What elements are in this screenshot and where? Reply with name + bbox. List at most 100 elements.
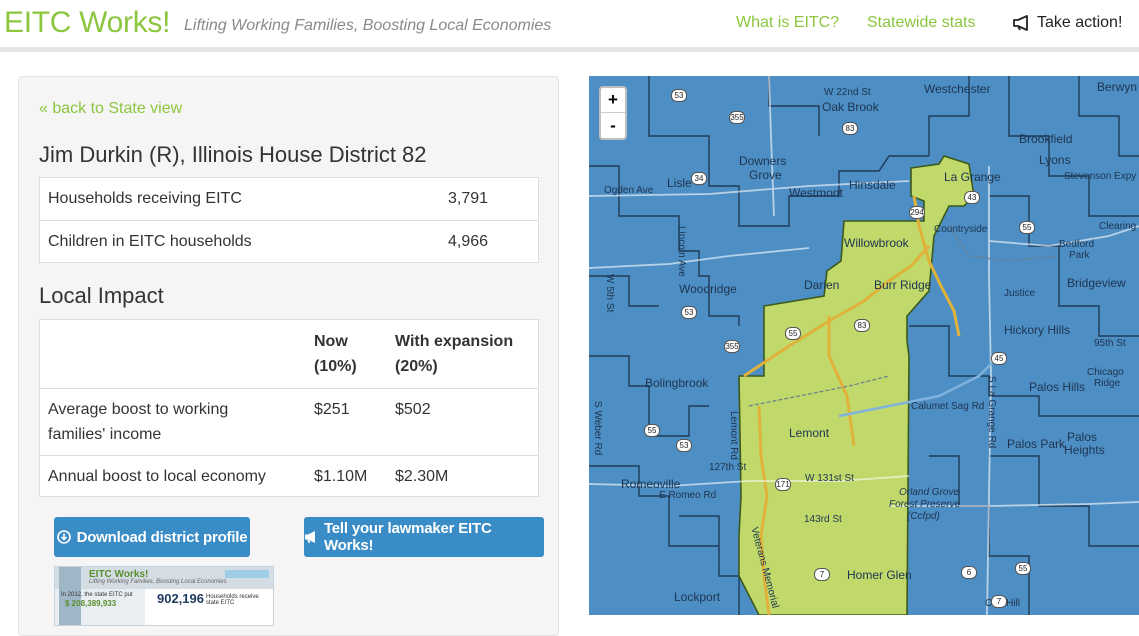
nav-statewide-stats[interactable]: Statewide stats	[867, 14, 976, 32]
route-shield: 53	[671, 89, 687, 102]
brand-logo[interactable]: EITC Works!	[4, 6, 170, 40]
map-label-hickory-hills: Hickory Hills	[1004, 323, 1070, 337]
route-shield: 55	[1019, 221, 1035, 234]
map-label-stevenson: Stevenson Expy	[1064, 171, 1137, 182]
table-row: Households receiving EITC 3,791	[40, 178, 538, 220]
route-shield: 294	[909, 206, 925, 219]
map-label-calumet-sag: Calumet Sag Rd	[911, 401, 985, 412]
stat-value: 3,791	[448, 190, 489, 207]
table-row: Children in EITC households 4,966	[40, 220, 538, 262]
zoom-out-button[interactable]: -	[601, 113, 625, 138]
map-label-bedford-park-2: Park	[1069, 250, 1090, 261]
col-now-header: Now (10%)	[314, 329, 357, 379]
route-shield: 355	[724, 340, 740, 353]
route-shield: 45	[991, 352, 1007, 365]
map-label-westchester: Westchester	[924, 82, 991, 96]
nav-take-action-label: Take action!	[1037, 14, 1123, 31]
impact-now-value: $1.10M	[314, 468, 368, 485]
map-label-orland-3: (Ccfpd)	[907, 511, 940, 522]
back-to-state-link[interactable]: « back to State view	[39, 100, 182, 118]
nav-take-action[interactable]: Take action!	[1013, 14, 1122, 32]
thumbnail-accent	[225, 570, 269, 578]
impact-row-label-line1: Average boost to working	[48, 401, 229, 418]
map-label-chicago-ridge-2: Ridge	[1094, 378, 1121, 389]
nav-what-is-eitc[interactable]: What is EITC?	[736, 14, 839, 32]
col-expansion-header-line1: With expansion	[395, 333, 514, 350]
route-shield: 34	[691, 172, 707, 185]
zoom-in-button[interactable]: +	[601, 88, 625, 113]
map-label-ogden: Ogden Ave	[604, 185, 654, 196]
bullhorn-icon	[304, 531, 315, 544]
thumbnail-subtitle: Lifting Working Families, Boosting Local…	[89, 579, 227, 585]
route-shield: 55	[644, 424, 660, 437]
map-label-lemont: Lemont	[789, 426, 830, 440]
col-now-header-line2: (10%)	[314, 358, 357, 375]
district-title: Jim Durkin (R), Illinois House District …	[39, 142, 427, 167]
impact-now-value: $251	[314, 401, 350, 418]
map-label-95th: 95th St	[1094, 338, 1126, 349]
map-label-weber: S Weber Rd	[592, 401, 603, 456]
map-label-brookfield: Brookfield	[1019, 132, 1073, 146]
impact-row-label-line2: families' income	[48, 426, 162, 443]
impact-expansion-value: $2.30M	[395, 468, 449, 485]
stat-label: Households receiving EITC	[48, 190, 242, 207]
map-label-w5th: W 5th St	[604, 274, 615, 313]
map-label-lemont-rd: Lemont Rd	[728, 411, 739, 460]
map-label-downers-grove-2: Grove	[749, 168, 782, 182]
zoom-control: + -	[599, 86, 627, 140]
thumbnail-count: 902,196	[157, 591, 204, 606]
impact-expansion-value: $502	[395, 401, 431, 418]
map-label-orland-2: Forest Preserve	[889, 499, 961, 510]
map-label-palos-park: Palos Park	[1007, 437, 1066, 451]
map-label-palos-heights-2: Heights	[1064, 443, 1105, 457]
map-label-e-romeo: E Romeo Rd	[659, 490, 717, 501]
map-label-westmont: Westmont	[789, 186, 843, 200]
map-label-lyons: Lyons	[1039, 153, 1071, 167]
map-label-burr-ridge: Burr Ridge	[874, 278, 932, 292]
local-impact-table: Now (10%) With expansion (20%) Average b…	[39, 319, 539, 497]
col-now-header-line1: Now	[314, 333, 348, 350]
map-label-downers-grove-1: Downers	[739, 154, 787, 168]
col-expansion-header: With expansion (20%)	[395, 329, 513, 379]
map-label-lincoln: Lincoln Ave	[676, 226, 687, 277]
map-label-w131st: W 131st St	[805, 473, 854, 484]
tell-lawmaker-label: Tell your lawmaker EITC Works!	[323, 520, 492, 554]
map-label-justice: Justice	[1004, 288, 1036, 299]
map-label-hinsdale: Hinsdale	[849, 178, 896, 192]
download-profile-label: Download district profile	[76, 528, 248, 546]
thumbnail-count-label: Households receive state EITC	[206, 594, 259, 606]
map-label-127th: 127th St	[709, 462, 747, 473]
route-shield: 6	[961, 566, 977, 579]
map-label-w22nd: W 22nd St	[824, 87, 871, 98]
map-label-la-grange: La Grange	[944, 170, 1001, 184]
map-label-s-la-grange: S La Grange Rd	[986, 376, 997, 449]
bullhorn-icon	[1013, 15, 1028, 31]
map-label-clearing: Clearing	[1099, 221, 1137, 232]
district-panel: « back to State view Jim Durkin (R), Ill…	[18, 76, 559, 636]
map-label-bridgeview: Bridgeview	[1067, 276, 1126, 290]
download-profile-button[interactable]: Download district profile	[54, 517, 250, 557]
route-shield: 7	[991, 595, 1007, 608]
district-profile-thumbnail[interactable]: EITC Works! Lifting Working Families, Bo…	[54, 566, 274, 626]
route-shield: 83	[854, 319, 870, 332]
map-label-romeoville: Romeoville	[621, 477, 681, 491]
impact-row-label: Average boost to working families' incom…	[48, 397, 228, 447]
map-label-palos-hills: Palos Hills	[1029, 380, 1086, 394]
map-label-willowbrook: Willowbrook	[844, 236, 909, 250]
download-icon	[56, 530, 71, 544]
map-label-oak-brook: Oak Brook	[822, 100, 879, 114]
district-map[interactable]: + - Westchester Berwyn Oak Brook W 22nd …	[589, 76, 1139, 615]
map-label-chicago-ridge-1: Chicago	[1087, 367, 1124, 378]
divider	[40, 388, 538, 389]
navbar: EITC Works! Lifting Working Families, Bo…	[0, 0, 1139, 52]
map-label-darien: Darien	[804, 278, 840, 292]
local-impact-title: Local Impact	[39, 283, 164, 308]
map-label-orland-1: Orland Grove	[899, 487, 960, 498]
tell-lawmaker-button[interactable]: Tell your lawmaker EITC Works!	[304, 517, 544, 557]
route-shield: 53	[676, 439, 692, 452]
impact-row-label: Annual boost to local economy	[48, 468, 266, 485]
thumbnail-money: $ 208,389,933	[65, 599, 117, 608]
tagline: Lifting Working Families, Boosting Local…	[184, 17, 552, 34]
thumbnail-line: In 2012, the state EITC put	[61, 592, 133, 598]
map-label-bolingbrook: Bolingbrook	[645, 376, 709, 390]
